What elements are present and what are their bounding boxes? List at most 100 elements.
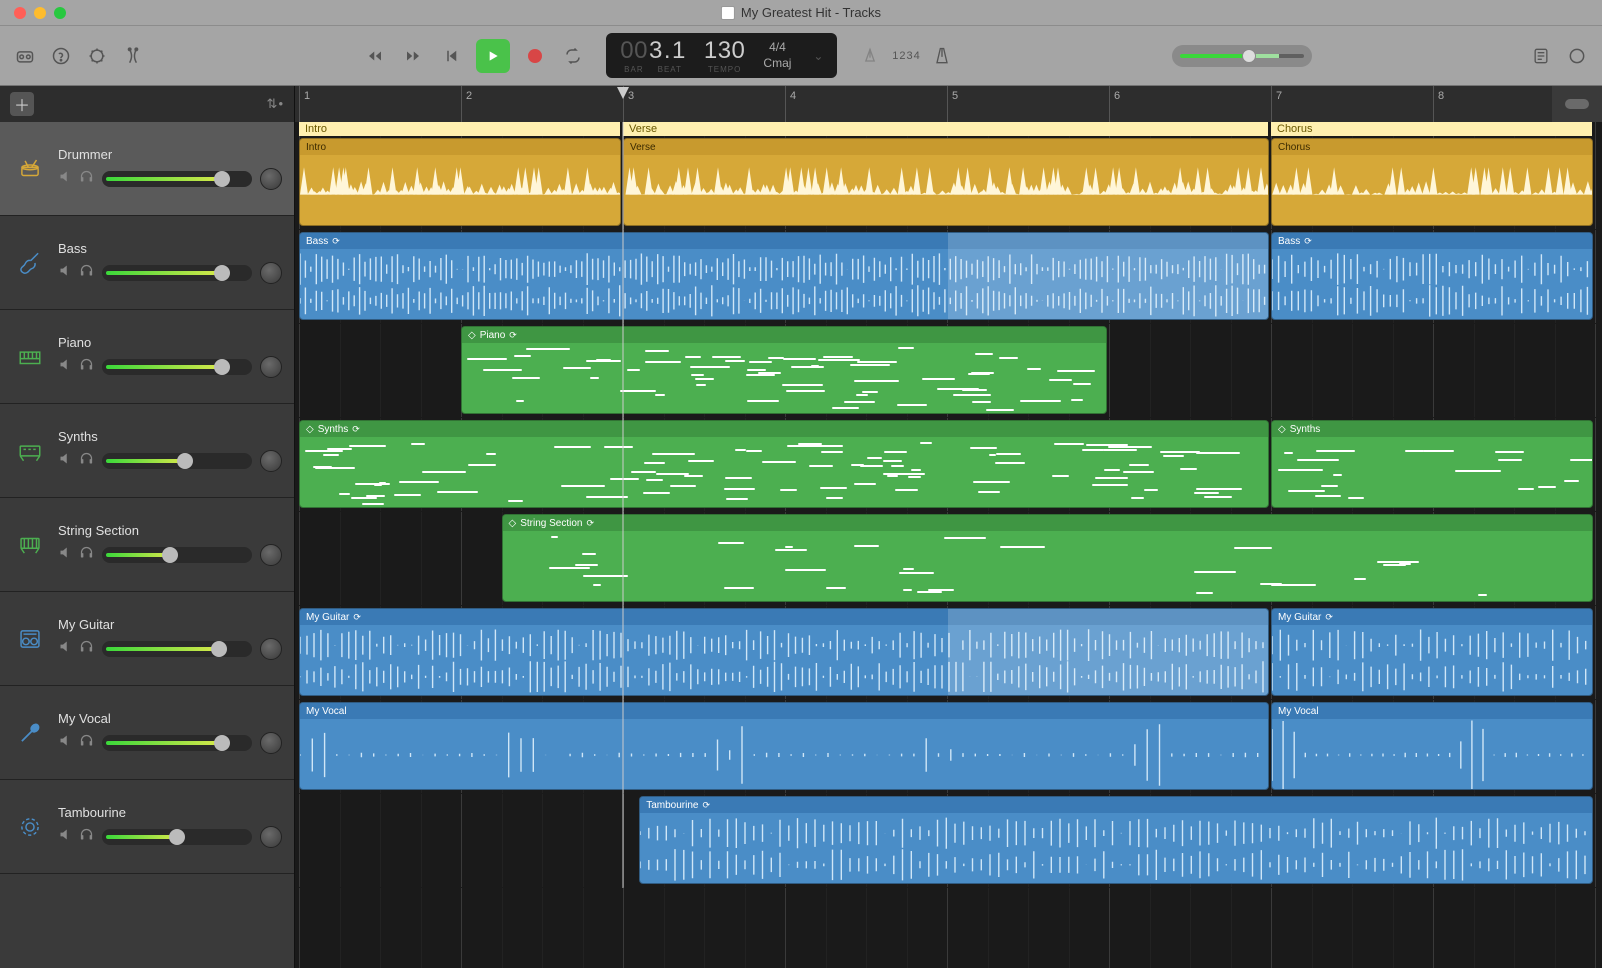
region-label: Bass xyxy=(1278,236,1300,247)
loop-icon: ⟳ xyxy=(586,518,594,529)
region-bass-3[interactable]: Bass ⟳ xyxy=(299,232,1269,320)
headphones-button[interactable] xyxy=(79,733,94,753)
playhead-marker[interactable] xyxy=(616,86,630,100)
arrangement-area[interactable]: IntroVerseChorusIntro Verse Chorus Bass … xyxy=(295,122,1602,968)
tuner-icon[interactable] xyxy=(857,43,883,69)
master-volume-slider[interactable] xyxy=(1172,45,1312,67)
timeline-ruler[interactable]: 12345678 xyxy=(295,86,1552,122)
smart-controls-icon[interactable] xyxy=(84,43,110,69)
track-header-synths[interactable]: Synths xyxy=(0,404,294,498)
region-synths-7[interactable]: ◇ Synths xyxy=(1271,420,1593,508)
pan-knob[interactable] xyxy=(260,356,282,378)
headphones-button[interactable] xyxy=(79,827,94,847)
region-strings-8[interactable]: ◇ String Section ⟳ xyxy=(502,514,1594,602)
headphones-button[interactable] xyxy=(79,263,94,283)
volume-slider[interactable] xyxy=(102,453,252,469)
mute-button[interactable] xyxy=(58,733,73,753)
ruler-bar-4[interactable]: 4 xyxy=(785,86,796,122)
close-button[interactable] xyxy=(14,7,26,19)
go-to-start-button[interactable] xyxy=(438,43,464,69)
region-label: Chorus xyxy=(1278,142,1310,153)
headphones-button[interactable] xyxy=(79,357,94,377)
region-guitar-10[interactable]: My Guitar ⟳ xyxy=(1271,608,1593,696)
forward-button[interactable] xyxy=(400,43,426,69)
arrangement-marker-intro[interactable]: Intro xyxy=(299,122,620,136)
loop-browser-icon[interactable] xyxy=(1564,43,1590,69)
region-piano-5[interactable]: ◇ Piano ⟳ xyxy=(461,326,1107,414)
volume-slider[interactable] xyxy=(102,359,252,375)
region-tamb-13[interactable]: Tambourine ⟳ xyxy=(639,796,1593,884)
lcd-key[interactable]: Cmaj xyxy=(763,57,791,70)
region-synths-6[interactable]: ◇ Synths ⟳ xyxy=(299,420,1269,508)
track-header-drummer[interactable]: Drummer xyxy=(0,122,294,216)
region-vocal-11[interactable]: My Vocal xyxy=(299,702,1269,790)
notepad-icon[interactable] xyxy=(1528,43,1554,69)
ruler-bar-2[interactable]: 2 xyxy=(461,86,472,122)
region-drummer-2[interactable]: Chorus xyxy=(1271,138,1593,226)
pan-knob[interactable] xyxy=(260,638,282,660)
quick-help-icon[interactable] xyxy=(48,43,74,69)
volume-slider[interactable] xyxy=(102,547,252,563)
headphones-button[interactable] xyxy=(79,451,94,471)
pan-knob[interactable] xyxy=(260,450,282,472)
pan-knob[interactable] xyxy=(260,544,282,566)
ruler-bar-1[interactable]: 1 xyxy=(299,86,310,122)
library-icon[interactable] xyxy=(12,43,38,69)
pan-knob[interactable] xyxy=(260,262,282,284)
volume-slider[interactable] xyxy=(102,171,252,187)
metronome-icon[interactable] xyxy=(929,43,955,69)
pan-knob[interactable] xyxy=(260,168,282,190)
arrangement-marker-chorus[interactable]: Chorus xyxy=(1271,122,1592,136)
add-track-button[interactable]: ＋ xyxy=(10,92,34,116)
horizontal-zoom-scroll[interactable] xyxy=(1552,86,1602,122)
track-header-strings[interactable]: String Section xyxy=(0,498,294,592)
play-button[interactable] xyxy=(476,39,510,73)
headphones-button[interactable] xyxy=(79,639,94,659)
headphones-button[interactable] xyxy=(79,169,94,189)
mute-button[interactable] xyxy=(58,639,73,659)
ruler-bar-8[interactable]: 8 xyxy=(1433,86,1444,122)
ruler-bar-5[interactable]: 5 xyxy=(947,86,958,122)
record-button[interactable] xyxy=(522,43,548,69)
mute-button[interactable] xyxy=(58,827,73,847)
track-filter-icon[interactable]: ⇅• xyxy=(267,96,284,112)
rewind-button[interactable] xyxy=(362,43,388,69)
region-header: My Vocal xyxy=(1272,703,1592,719)
maximize-button[interactable] xyxy=(54,7,66,19)
region-drummer-1[interactable]: Verse xyxy=(623,138,1269,226)
minimize-button[interactable] xyxy=(34,7,46,19)
mute-button[interactable] xyxy=(58,451,73,471)
track-header-guitar[interactable]: My Guitar xyxy=(0,592,294,686)
track-header-tamb[interactable]: Tambourine xyxy=(0,780,294,874)
mute-button[interactable] xyxy=(58,545,73,565)
track-header-bass[interactable]: Bass xyxy=(0,216,294,310)
playhead-line[interactable] xyxy=(623,122,624,888)
lcd-tempo[interactable]: 130 xyxy=(704,37,746,65)
track-header-piano[interactable]: Piano xyxy=(0,310,294,404)
volume-slider[interactable] xyxy=(102,829,252,845)
pan-knob[interactable] xyxy=(260,732,282,754)
headphones-button[interactable] xyxy=(79,545,94,565)
region-guitar-9[interactable]: My Guitar ⟳ xyxy=(299,608,1269,696)
region-bass-4[interactable]: Bass ⟳ xyxy=(1271,232,1593,320)
count-in-button[interactable]: 1234 xyxy=(893,43,919,69)
volume-slider[interactable] xyxy=(102,265,252,281)
garageband-window: My Greatest Hit - Tracks 003.1 xyxy=(0,0,1602,968)
mute-button[interactable] xyxy=(58,263,73,283)
lcd-time-signature[interactable]: 4/4 xyxy=(769,41,786,54)
lcd-mode-chevron-icon[interactable]: ⌄ xyxy=(813,49,823,63)
region-vocal-12[interactable]: My Vocal xyxy=(1271,702,1593,790)
region-drummer-0[interactable]: Intro xyxy=(299,138,621,226)
mute-button[interactable] xyxy=(58,357,73,377)
ruler-bar-6[interactable]: 6 xyxy=(1109,86,1120,122)
arrangement-marker-verse[interactable]: Verse xyxy=(623,122,1268,136)
mute-button[interactable] xyxy=(58,169,73,189)
ruler-bar-7[interactable]: 7 xyxy=(1271,86,1282,122)
track-header-vocal[interactable]: My Vocal xyxy=(0,686,294,780)
editors-icon[interactable] xyxy=(120,43,146,69)
volume-slider[interactable] xyxy=(102,735,252,751)
pan-knob[interactable] xyxy=(260,826,282,848)
lcd-display[interactable]: 003.1 BARBEAT 130 TEMPO 4/4 Cmaj ⌄ xyxy=(606,33,837,78)
cycle-button[interactable] xyxy=(560,43,586,69)
volume-slider[interactable] xyxy=(102,641,252,657)
